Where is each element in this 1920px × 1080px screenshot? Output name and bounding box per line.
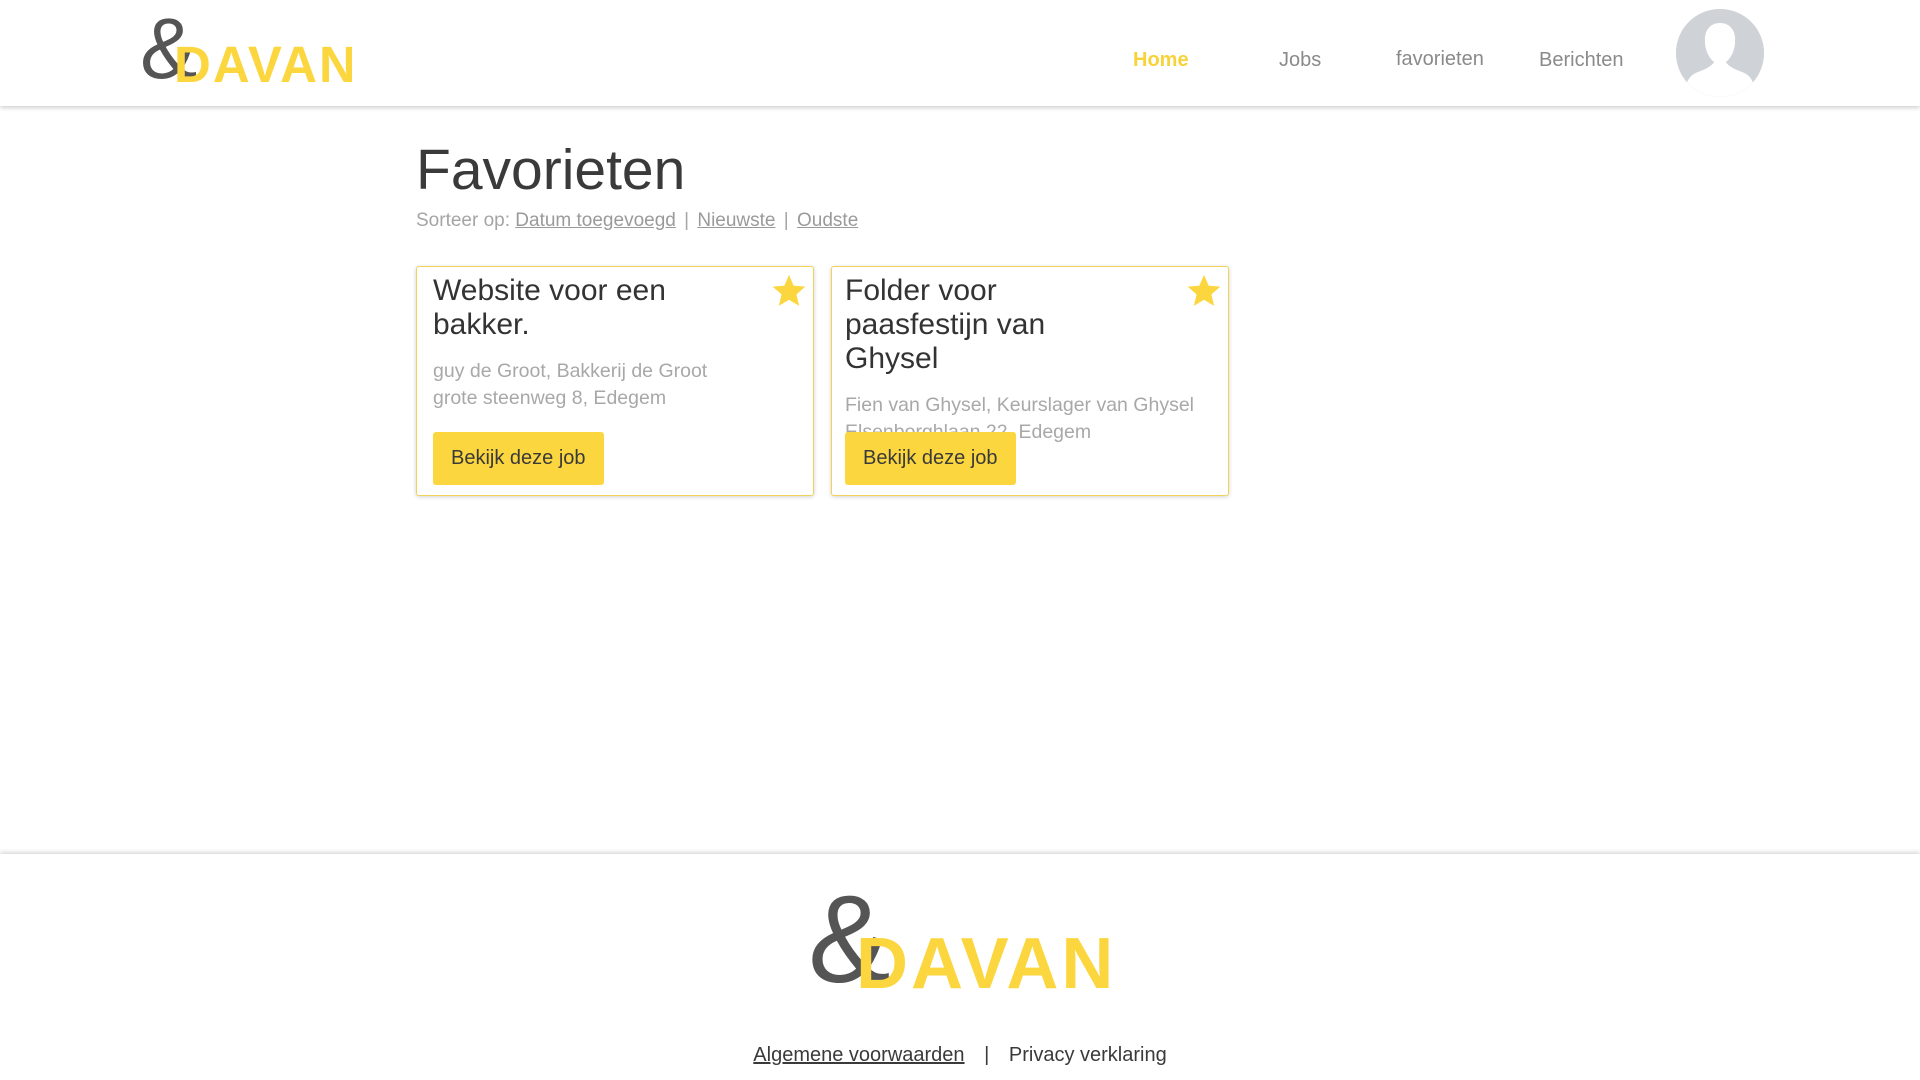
davant-logo[interactable]: & DAVANT — [138, 12, 352, 90]
star-icon[interactable] — [770, 272, 808, 310]
job-meta: guy de Groot, Bakkerij de Groot grote st… — [433, 358, 797, 412]
sort-oldest[interactable]: Oudste — [797, 210, 858, 231]
site-footer: & DAVANT Algemene voorwaarden | Privacy … — [0, 854, 1920, 1080]
svg-text:DAVANT: DAVANT — [174, 36, 352, 90]
privacy-link[interactable]: Privacy verklaring — [1009, 1044, 1167, 1066]
svg-text:DAVANT: DAVANT — [856, 924, 1112, 998]
sort-newest[interactable]: Nieuwste — [697, 210, 775, 231]
sort-label: Sorteer op: — [416, 209, 510, 231]
site-header: & DAVANT Home Jobs favorieten Berichten — [0, 0, 1920, 106]
nav-jobs[interactable]: Jobs — [1279, 49, 1321, 72]
nav-home[interactable]: Home — [1133, 49, 1189, 72]
davant-logo: & DAVANT — [808, 886, 1112, 998]
footer-separator: | — [984, 1044, 990, 1066]
nav-favorieten[interactable]: favorieten — [1396, 48, 1484, 71]
sort-date-added[interactable]: Datum toegevoegd — [515, 210, 676, 231]
terms-link[interactable]: Algemene voorwaarden — [753, 1044, 964, 1066]
nav-berichten[interactable]: Berichten — [1539, 49, 1624, 72]
main-content: Favorieten Sorteer op: Datum toegevoegd … — [416, 138, 1416, 496]
sort-separator: | — [684, 209, 690, 231]
job-card: Website voor een bakker. guy de Groot, B… — [416, 266, 814, 496]
view-job-button[interactable]: Bekijk deze job — [433, 432, 604, 485]
job-address: grote steenweg 8, Edegem — [433, 387, 667, 409]
view-job-button[interactable]: Bekijk deze job — [845, 432, 1016, 485]
favorites-list: Website voor een bakker. guy de Groot, B… — [416, 266, 1229, 496]
sort-bar: Sorteer op: Datum toegevoegd | Nieuwste … — [416, 210, 1416, 232]
star-icon[interactable] — [1185, 272, 1223, 310]
job-card: Folder voor paasfestijn van Ghysel Fien … — [831, 266, 1229, 496]
sort-separator: | — [783, 209, 789, 231]
job-client: guy de Groot, Bakkerij de Groot — [433, 360, 708, 382]
job-title: Folder voor paasfestijn van Ghysel — [845, 274, 1046, 375]
user-avatar-icon[interactable] — [1676, 9, 1764, 97]
page-title: Favorieten — [416, 138, 686, 202]
footer-links: Algemene voorwaarden | Privacy verklarin… — [0, 1044, 1920, 1067]
job-client: Fien van Ghysel, Keurslager van Ghysel — [845, 394, 1195, 416]
job-title: Website voor een bakker. — [433, 274, 666, 341]
